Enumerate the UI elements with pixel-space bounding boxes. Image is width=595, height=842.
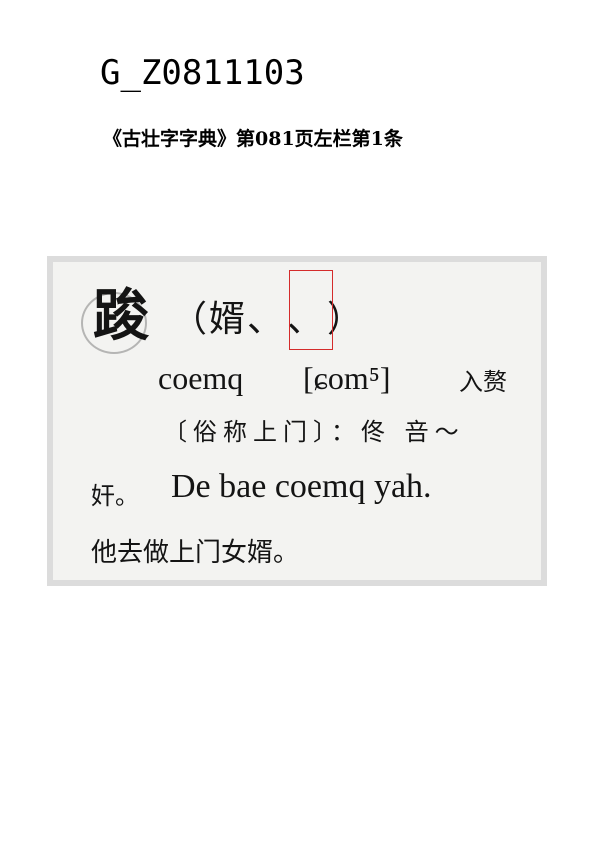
dictionary-scan: 踆 （婿、𪱱、𨅫） coemq [ɕom⁵] 入赘 〔俗称上门〕：佟 咅～ 奸。…: [47, 256, 547, 586]
tone-class: 入赘: [459, 370, 507, 394]
highlight-box: [289, 270, 333, 350]
gloss-tail: 奸。: [91, 484, 139, 508]
ipa-pronunciation: [ɕom⁵]: [303, 362, 391, 394]
scan-paper: 踆 （婿、𪱱、𨅫） coemq [ɕom⁵] 入赘 〔俗称上门〕：佟 咅～ 奸。…: [53, 262, 541, 580]
romanization: coemq: [158, 362, 243, 394]
gloss: 〔俗称上门〕：佟 咅～: [163, 420, 465, 444]
headword: 踆: [93, 288, 149, 344]
example-translation: 他去做上门女婿。: [91, 540, 299, 566]
example-sentence: De bae coemq yah.: [171, 470, 432, 504]
variant-characters: （婿、𪱱、𨅫）: [171, 302, 365, 338]
entry-code: G_Z0811103: [100, 56, 305, 90]
source-reference: 《古壮字字典》第081页左栏第1条: [103, 128, 403, 151]
